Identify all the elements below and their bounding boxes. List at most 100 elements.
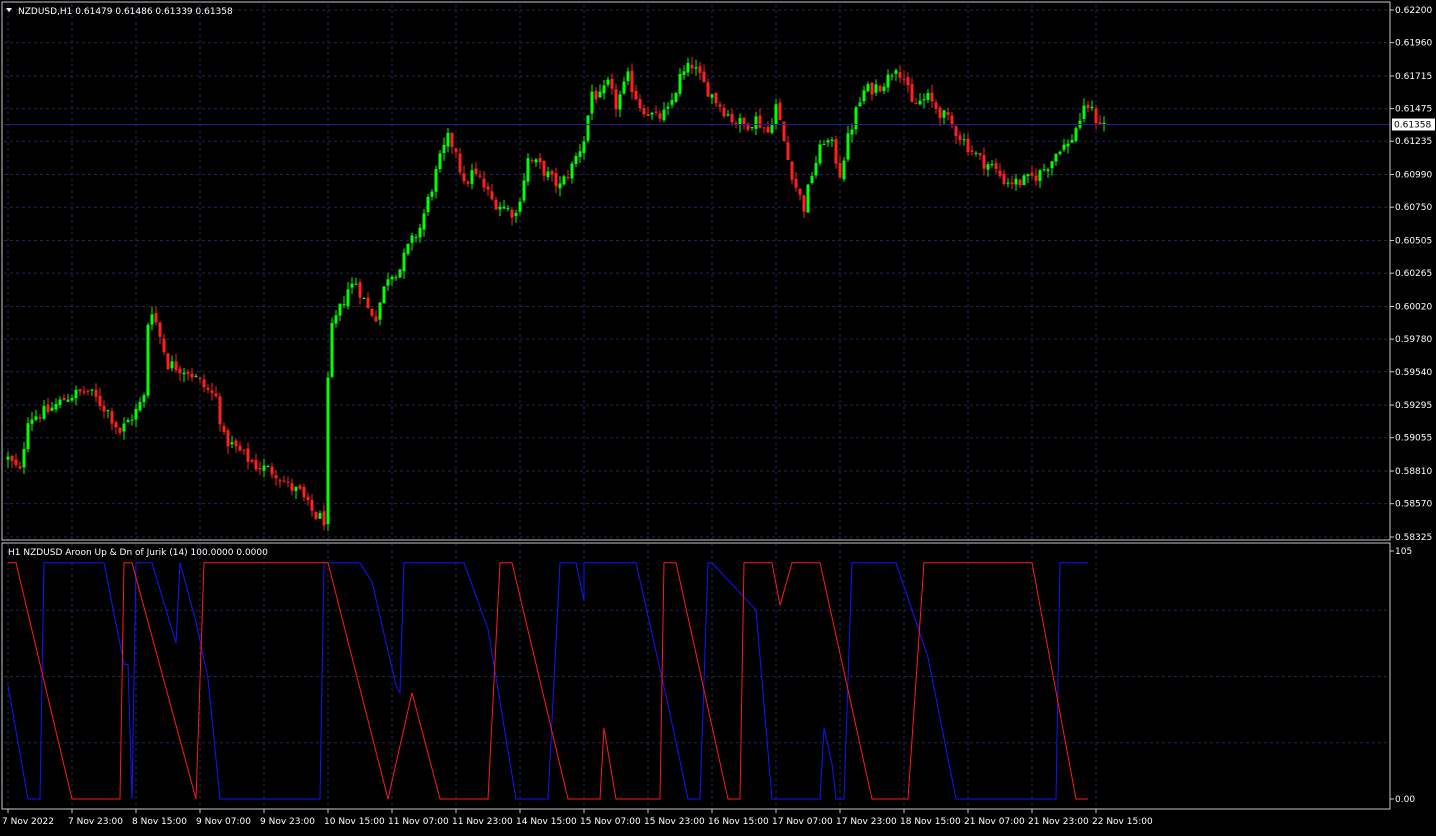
bull-candle xyxy=(470,170,474,184)
bear-candle xyxy=(938,107,942,119)
bear-candle xyxy=(114,422,118,428)
bull-candle xyxy=(650,112,654,115)
bear-candle xyxy=(482,178,486,188)
x-tick-label: 21 Nov 23:00 xyxy=(1028,817,1089,827)
bull-candle xyxy=(426,196,430,213)
bear-candle xyxy=(902,78,906,80)
bear-candle xyxy=(610,79,614,89)
bull-candle xyxy=(70,398,74,401)
bull-candle xyxy=(598,91,602,98)
bear-candle xyxy=(218,396,222,425)
bull-candle xyxy=(618,94,622,110)
x-tick-label: 9 Nov 07:00 xyxy=(196,817,251,827)
bull-candle xyxy=(666,106,670,109)
bear-candle xyxy=(994,163,998,169)
bear-candle xyxy=(762,127,766,129)
bull-candle xyxy=(334,315,338,324)
bull-candle xyxy=(330,323,334,377)
bear-candle xyxy=(374,316,378,322)
bull-candle xyxy=(874,84,878,93)
bear-candle xyxy=(630,70,634,93)
bull-candle xyxy=(446,132,450,147)
x-tick-label: 22 Nov 15:00 xyxy=(1092,817,1153,827)
bull-candle xyxy=(526,158,530,182)
bear-candle xyxy=(722,107,726,117)
bear-candle xyxy=(914,102,918,104)
bear-candle xyxy=(478,175,482,177)
bull-candle xyxy=(362,298,366,300)
bull-candle xyxy=(750,127,754,129)
bull-candle xyxy=(694,67,698,69)
bull-candle xyxy=(194,375,198,377)
bear-candle xyxy=(174,361,178,371)
bull-candle xyxy=(406,243,410,255)
bear-candle xyxy=(214,393,218,397)
bear-candle xyxy=(870,82,874,95)
chart-canvas: 0.62200 0.61960 0.61715 0.61475 0.61235 0.609… xyxy=(0,0,1436,832)
bull-candle xyxy=(230,442,234,445)
bear-candle xyxy=(322,511,326,526)
bull-candle xyxy=(402,252,406,272)
y-tick-label: 0.60750 xyxy=(1395,203,1432,213)
bear-candle xyxy=(234,440,238,447)
x-tick-label: 15 Nov 23:00 xyxy=(644,817,705,827)
bull-candle xyxy=(670,100,674,105)
bear-candle xyxy=(490,191,494,200)
bull-candle xyxy=(582,141,586,153)
bear-candle xyxy=(246,448,250,462)
bear-candle xyxy=(14,459,18,466)
bear-candle xyxy=(78,389,82,392)
bull-candle xyxy=(394,277,398,279)
x-tick-label: 14 Nov 15:00 xyxy=(516,817,577,827)
bull-candle xyxy=(926,93,930,100)
bear-candle xyxy=(158,322,162,337)
bull-candle xyxy=(318,513,322,519)
bear-candle xyxy=(898,72,902,78)
bull-candle xyxy=(710,94,714,98)
bear-candle xyxy=(466,181,470,184)
bull-candle xyxy=(138,401,142,411)
bear-candle xyxy=(794,178,798,188)
symbol-label: NZDUSD,H1 0.61479 0.61486 0.61339 0.6135… xyxy=(18,7,233,17)
bear-candle xyxy=(642,108,646,115)
bear-candle xyxy=(82,391,86,393)
bear-candle xyxy=(1010,182,1014,185)
bull-candle xyxy=(662,109,666,121)
bull-candle xyxy=(862,90,866,102)
bull-candle xyxy=(170,361,174,369)
bear-candle xyxy=(786,142,790,160)
bear-candle xyxy=(542,161,546,176)
bear-candle xyxy=(18,466,22,469)
bull-candle xyxy=(386,279,390,286)
bull-candle xyxy=(894,70,898,74)
bear-candle xyxy=(550,171,554,175)
symbol-header[interactable]: NZDUSD,H1 0.61479 0.61486 0.61339 0.6135… xyxy=(6,7,233,17)
bull-candle xyxy=(354,283,358,285)
bear-candle xyxy=(946,111,950,116)
bull-candle xyxy=(410,235,414,243)
bear-candle xyxy=(450,133,454,147)
bull-candle xyxy=(770,124,774,133)
bull-candle xyxy=(518,201,522,212)
bull-candle xyxy=(502,206,506,209)
bear-candle xyxy=(186,371,190,374)
bull-candle xyxy=(438,153,442,170)
bear-candle xyxy=(274,475,278,479)
bear-candle xyxy=(634,90,638,100)
bear-candle xyxy=(530,160,534,162)
bull-candle xyxy=(810,175,814,183)
bear-candle xyxy=(222,426,226,432)
bear-candle xyxy=(714,92,718,104)
bear-candle xyxy=(206,387,210,390)
bear-candle xyxy=(798,188,802,195)
bear-candle xyxy=(494,199,498,210)
bull-candle xyxy=(398,269,402,278)
bull-candle xyxy=(442,145,446,154)
bear-candle xyxy=(298,485,302,489)
y-tick-label: 0.60990 xyxy=(1395,171,1432,181)
bull-candle xyxy=(266,466,270,468)
chart-window: 0.62200 0.61960 0.61715 0.61475 0.61235 0.609… xyxy=(0,0,1436,832)
bull-candle xyxy=(1082,105,1086,119)
bear-candle xyxy=(698,66,702,73)
bear-candle xyxy=(766,126,770,133)
